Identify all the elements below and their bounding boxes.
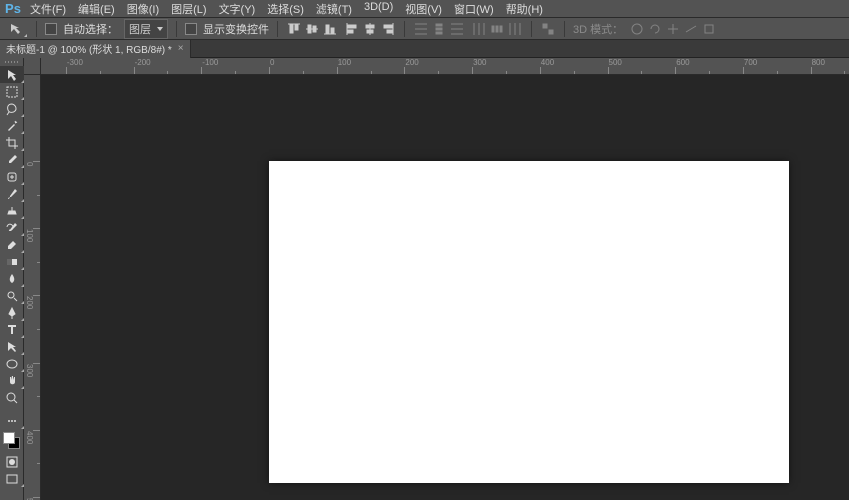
auto-align-icon[interactable] <box>540 21 556 37</box>
eyedropper-tool[interactable] <box>0 151 24 168</box>
marquee-tool[interactable] <box>0 83 24 100</box>
distribute-top-icon[interactable] <box>413 21 429 37</box>
mode-3d-label: 3D 模式： <box>573 21 623 37</box>
menu-3d[interactable]: 3D(D) <box>358 0 399 19</box>
magic-wand-tool[interactable] <box>0 117 24 134</box>
orbit-3d-icon[interactable] <box>629 21 645 37</box>
auto-select-label: 自动选择： <box>63 21 118 37</box>
shape-tool[interactable] <box>0 355 24 372</box>
slide-3d-icon[interactable] <box>683 21 699 37</box>
scale-3d-icon[interactable] <box>701 21 717 37</box>
quick-mask-icon[interactable] <box>0 453 24 470</box>
gradient-tool[interactable] <box>0 253 24 270</box>
mode-3d-group <box>629 21 717 37</box>
viewport[interactable] <box>41 75 849 500</box>
menu-type[interactable]: 文字(Y) <box>213 0 262 19</box>
align-left-icon[interactable] <box>344 21 360 37</box>
brush-tool[interactable] <box>0 185 24 202</box>
align-hcenter-icon[interactable] <box>362 21 378 37</box>
show-transform-checkbox[interactable] <box>185 23 197 35</box>
app-logo: Ps <box>2 0 24 18</box>
align-vcenter-icon[interactable] <box>304 21 320 37</box>
auto-select-checkbox[interactable] <box>45 23 57 35</box>
pen-tool[interactable] <box>0 304 24 321</box>
workspace: -300-200-1000100200300400500600700800 01… <box>0 58 849 500</box>
canvas[interactable] <box>269 161 789 483</box>
path-selection-tool[interactable] <box>0 338 24 355</box>
move-tool[interactable] <box>0 66 24 83</box>
menu-window[interactable]: 窗口(W) <box>448 0 500 19</box>
edit-toolbar-icon[interactable] <box>0 412 24 429</box>
distribute-right-icon[interactable] <box>507 21 523 37</box>
menu-select[interactable]: 选择(S) <box>261 0 310 19</box>
toolbox <box>0 58 24 500</box>
vertical-ruler[interactable]: 0100200300400500600 <box>24 75 41 500</box>
options-bar: 自动选择： 图层 显示变换控件 3D 模式： <box>0 18 849 40</box>
document-tab-title: 未标题-1 @ 100% (形状 1, RGB/8#) * <box>6 41 172 56</box>
screen-mode-icon[interactable] <box>0 470 24 487</box>
dodge-tool[interactable] <box>0 287 24 304</box>
canvas-area: -300-200-1000100200300400500600700800 01… <box>24 58 849 500</box>
distribute-hcenter-icon[interactable] <box>489 21 505 37</box>
type-tool[interactable] <box>0 321 24 338</box>
history-brush-tool[interactable] <box>0 219 24 236</box>
align-h-group <box>344 21 396 37</box>
clone-stamp-tool[interactable] <box>0 202 24 219</box>
align-bottom-icon[interactable] <box>322 21 338 37</box>
align-right-icon[interactable] <box>380 21 396 37</box>
distribute-v-group <box>413 21 465 37</box>
distribute-bottom-icon[interactable] <box>449 21 465 37</box>
pan-3d-icon[interactable] <box>665 21 681 37</box>
roll-3d-icon[interactable] <box>647 21 663 37</box>
ruler-origin[interactable] <box>24 58 41 75</box>
menu-view[interactable]: 视图(V) <box>399 0 448 19</box>
close-tab-icon[interactable]: × <box>178 43 184 54</box>
align-layers-group <box>286 21 338 37</box>
zoom-tool[interactable] <box>0 389 24 406</box>
healing-brush-tool[interactable] <box>0 168 24 185</box>
align-top-icon[interactable] <box>286 21 302 37</box>
distribute-vcenter-icon[interactable] <box>431 21 447 37</box>
active-tool-icon[interactable] <box>4 20 28 38</box>
menu-file[interactable]: 文件(F) <box>24 0 72 19</box>
distribute-h-group <box>471 21 523 37</box>
show-transform-label: 显示变换控件 <box>203 21 269 37</box>
blur-tool[interactable] <box>0 270 24 287</box>
lasso-tool[interactable] <box>0 100 24 117</box>
horizontal-ruler[interactable]: -300-200-1000100200300400500600700800 <box>41 58 849 75</box>
crop-tool[interactable] <box>0 134 24 151</box>
menu-filter[interactable]: 滤镜(T) <box>310 0 358 19</box>
menu-bar: Ps 文件(F)编辑(E)图像(I)图层(L)文字(Y)选择(S)滤镜(T)3D… <box>0 0 849 18</box>
menu-edit[interactable]: 编辑(E) <box>72 0 121 19</box>
hand-tool[interactable] <box>0 372 24 389</box>
menu-help[interactable]: 帮助(H) <box>500 0 549 19</box>
menu-image[interactable]: 图像(I) <box>121 0 165 19</box>
distribute-left-icon[interactable] <box>471 21 487 37</box>
eraser-tool[interactable] <box>0 236 24 253</box>
document-tab[interactable]: 未标题-1 @ 100% (形状 1, RGB/8#) * × <box>0 40 191 58</box>
toolbox-grabber[interactable] <box>0 58 23 66</box>
color-swatches[interactable] <box>0 429 23 453</box>
document-tab-bar: 未标题-1 @ 100% (形状 1, RGB/8#) * × <box>0 40 849 58</box>
menu-layer[interactable]: 图层(L) <box>165 0 212 19</box>
auto-select-dropdown[interactable]: 图层 <box>124 19 168 39</box>
